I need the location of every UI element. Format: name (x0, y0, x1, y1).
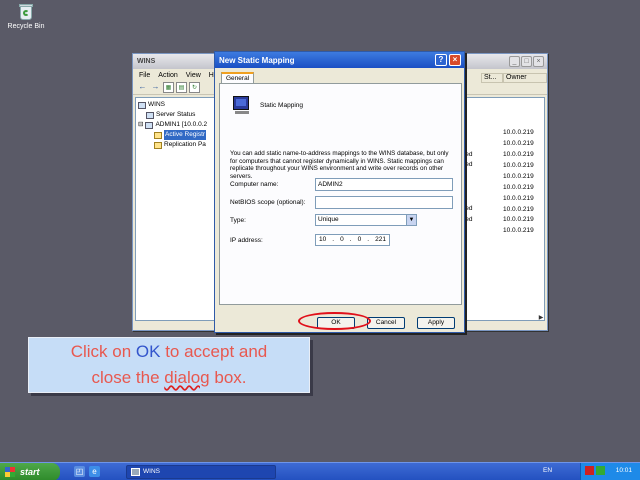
owner-cell: 10.0.0.219 (503, 162, 534, 169)
wins-window-title: WINS (137, 58, 156, 65)
computer-icon (233, 96, 249, 110)
caption-ok-word: OK (135, 342, 161, 361)
recycle-bin-label: Recycle Bin (7, 23, 45, 30)
refresh-icon[interactable]: ↻ (189, 82, 200, 93)
minimize-icon[interactable]: _ (509, 56, 520, 67)
back-arrow-icon[interactable]: ← (137, 82, 148, 93)
column-status[interactable]: St... (481, 73, 503, 83)
ip-address-field[interactable]: 10. 0. 0. 221 (315, 234, 390, 246)
tree-item-admin1[interactable]: ⊟ ADMIN1 [10.0.0.2 (138, 120, 216, 130)
caption-dialog-word: dialog (164, 368, 210, 387)
computer-name-label: Computer name: (230, 181, 279, 188)
properties-icon[interactable]: ▤ (176, 82, 187, 93)
tree-item-replication-partners[interactable]: Replication Pa (138, 140, 216, 150)
column-owner[interactable]: Owner (503, 73, 547, 83)
replication-icon (154, 141, 162, 149)
status-icon (146, 111, 154, 119)
owner-cell: 10.0.0.219 (503, 216, 534, 223)
taskbar-item-wins[interactable]: WINS (126, 465, 276, 479)
type-select-value: Unique (318, 216, 339, 223)
ip-address-label: IP address: (230, 237, 263, 244)
instruction-caption: Click on OK to accept and close the dial… (28, 337, 310, 393)
maximize-icon[interactable]: □ (521, 56, 532, 67)
type-label: Type: (230, 217, 246, 224)
list-header: St... Owner (481, 73, 547, 83)
ip-octet: 0 (340, 236, 344, 243)
owner-cell: 10.0.0.219 (503, 173, 534, 180)
netbios-scope-label: NetBIOS scope (optional): (230, 199, 306, 206)
quick-launch-ie-icon[interactable]: e (89, 466, 100, 477)
apply-button[interactable]: Apply (417, 317, 455, 329)
language-indicator[interactable]: EN (543, 467, 552, 474)
ip-octet: 0 (357, 236, 362, 243)
owner-cell: 10.0.0.219 (503, 151, 534, 158)
general-panel: Static Mapping You can add static name-t… (219, 83, 462, 305)
owner-cell: 10.0.0.219 (503, 206, 534, 213)
tree-item-active-registrations[interactable]: Active Registr (138, 130, 216, 140)
console-tree: WINS Server Status ⊟ ADMIN1 [10.0.0.2 Act… (135, 97, 219, 321)
new-static-mapping-dialog: New Static Mapping ? × General Static Ma… (214, 51, 465, 333)
tray-app-icon[interactable] (596, 466, 605, 475)
ok-highlight-ring (298, 312, 371, 330)
scroll-right-icon[interactable]: ▶ (537, 314, 545, 322)
type-select[interactable]: Unique ▼ (315, 214, 417, 226)
dialog-titlebar[interactable]: New Static Mapping (215, 52, 464, 68)
menu-action[interactable]: Action (158, 72, 177, 79)
recycle-bin-graphic (17, 2, 35, 20)
menu-file[interactable]: File (139, 72, 150, 79)
tray-app-icon[interactable] (585, 466, 594, 475)
netbios-scope-field[interactable] (315, 196, 453, 209)
windows-logo-icon (5, 467, 15, 477)
collapse-icon[interactable]: ⊟ (138, 120, 143, 130)
close-icon[interactable]: × (533, 56, 544, 67)
panel-heading: Static Mapping (260, 102, 303, 109)
clock: 10:01 (615, 467, 632, 474)
start-label: start (20, 467, 40, 477)
help-icon[interactable]: ? (435, 54, 447, 66)
wins-window-controls: _ □ × (509, 56, 544, 67)
show-tree-icon[interactable]: ▦ (163, 82, 174, 93)
recycle-bin-icon[interactable]: Recycle Bin (6, 2, 46, 30)
cancel-button[interactable]: Cancel (367, 317, 405, 329)
server-icon (138, 101, 146, 109)
ip-octet: 10 (319, 236, 327, 243)
owner-cell: 10.0.0.219 (503, 195, 534, 202)
taskbar: start ◰ e WINS EN 10:01 (0, 462, 640, 480)
close-icon[interactable]: × (449, 54, 461, 66)
menu-view[interactable]: View (186, 72, 201, 79)
ip-octet: 221 (375, 236, 386, 243)
system-tray: EN 10:01 (543, 463, 640, 480)
caption-text: Click on OK to accept and close the dial… (70, 342, 268, 387)
mmc-icon (131, 468, 140, 476)
chevron-down-icon[interactable]: ▼ (406, 215, 416, 225)
owner-cell: 10.0.0.219 (503, 140, 534, 147)
forward-arrow-icon[interactable]: → (150, 82, 161, 93)
tree-item-server-status[interactable]: Server Status (138, 110, 216, 120)
start-button[interactable]: start (0, 463, 60, 480)
owner-cell: 10.0.0.219 (503, 129, 534, 136)
server-icon (145, 121, 154, 129)
dialog-title: New Static Mapping (219, 55, 295, 65)
quick-launch-explorer-icon[interactable]: ◰ (74, 466, 85, 477)
owner-cell: 10.0.0.219 (503, 184, 534, 191)
computer-icon-base (235, 111, 249, 114)
registrations-icon (154, 131, 162, 139)
panel-description: You can add static name-to-address mappi… (230, 150, 449, 180)
computer-name-field[interactable]: ADMIN2 (315, 178, 453, 191)
owner-cell: 10.0.0.219 (503, 227, 534, 234)
tree-item-wins[interactable]: WINS (138, 100, 216, 110)
